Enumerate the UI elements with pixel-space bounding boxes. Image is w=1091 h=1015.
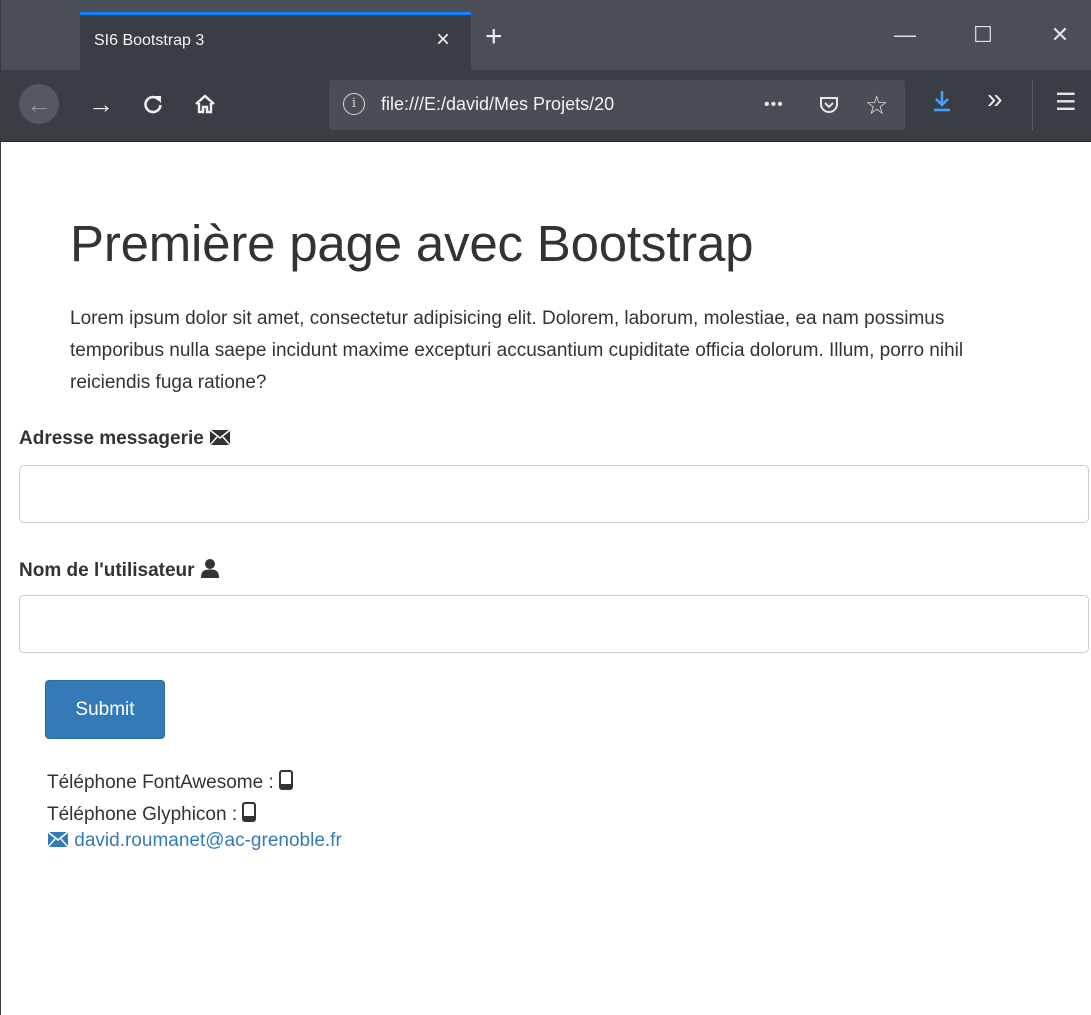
url-fade — [659, 88, 719, 122]
phone-fontawesome-label: Téléphone FontAwesome : — [47, 772, 274, 793]
page-title: Première page avec Bootstrap — [70, 215, 754, 272]
browser-window: SI6 Bootstrap 3 × + — ☐ ✕ ← → i file:///… — [0, 0, 1091, 1015]
hamburger-menu-button[interactable]: ☰ — [1055, 88, 1077, 118]
tab-title: SI6 Bootstrap 3 — [94, 32, 205, 49]
tab-close-button[interactable]: × — [431, 27, 455, 53]
contact-email-link[interactable]: david.roumanet@ac-grenoble.fr — [47, 830, 342, 852]
user-icon — [200, 559, 219, 578]
phone-glyphicon-label: Téléphone Glyphicon : — [47, 804, 238, 825]
email-input[interactable] — [19, 465, 1089, 523]
forward-button[interactable]: → — [81, 84, 121, 124]
pocket-icon[interactable] — [817, 92, 841, 123]
username-label-text: Nom de l'utilisateur — [19, 560, 195, 581]
mobile-phone-icon — [279, 770, 294, 790]
page-actions-button[interactable]: ••• — [764, 92, 784, 118]
back-button[interactable]: ← — [19, 84, 59, 124]
mobile-phone-icon — [242, 802, 257, 822]
envelope-icon — [209, 429, 231, 446]
overflow-menu-button[interactable]: » — [987, 84, 1003, 114]
page-content: Première page avec Bootstrap Lorem ipsum… — [1, 142, 1091, 1015]
lead-paragraph: Lorem ipsum dolor sit amet, consectetur … — [70, 308, 964, 393]
maximize-button[interactable]: ☐ — [968, 24, 998, 46]
toolbar-separator — [1032, 80, 1033, 130]
username-label: Nom de l'utilisateur — [19, 558, 220, 582]
reload-icon — [144, 95, 162, 114]
home-button[interactable] — [185, 84, 225, 124]
pocket-shape — [820, 97, 838, 113]
contact-email-text[interactable]: david.roumanet@ac-grenoble.fr — [74, 830, 341, 851]
url-bar[interactable]: i file:///E:/david/Mes Projets/20 ••• ☆ — [329, 80, 905, 130]
browser-tab[interactable]: SI6 Bootstrap 3 × — [80, 12, 471, 70]
envelope-icon — [47, 831, 69, 848]
username-input[interactable] — [19, 595, 1089, 653]
phone-fontawesome-line: Téléphone FontAwesome : — [47, 770, 294, 794]
downloads-button[interactable] — [931, 88, 953, 122]
home-icon — [195, 94, 215, 114]
reload-button[interactable] — [133, 84, 173, 124]
new-tab-button[interactable]: + — [485, 22, 503, 52]
email-label: Adresse messagerie — [19, 428, 231, 450]
minimize-button[interactable]: — — [890, 24, 920, 46]
site-info-icon[interactable]: i — [343, 93, 365, 115]
close-window-button[interactable]: ✕ — [1045, 24, 1075, 46]
download-icon — [934, 91, 950, 112]
email-label-text: Adresse messagerie — [19, 428, 204, 449]
title-bar: SI6 Bootstrap 3 × + — ☐ ✕ — [1, 0, 1091, 70]
navigation-toolbar: ← → i file:///E:/david/Mes Projets/20 ••… — [1, 70, 1091, 142]
phone-glyphicon-line: Téléphone Glyphicon : — [47, 802, 257, 826]
bookmark-star-icon[interactable]: ☆ — [865, 92, 888, 118]
submit-button[interactable]: Submit — [45, 680, 165, 739]
